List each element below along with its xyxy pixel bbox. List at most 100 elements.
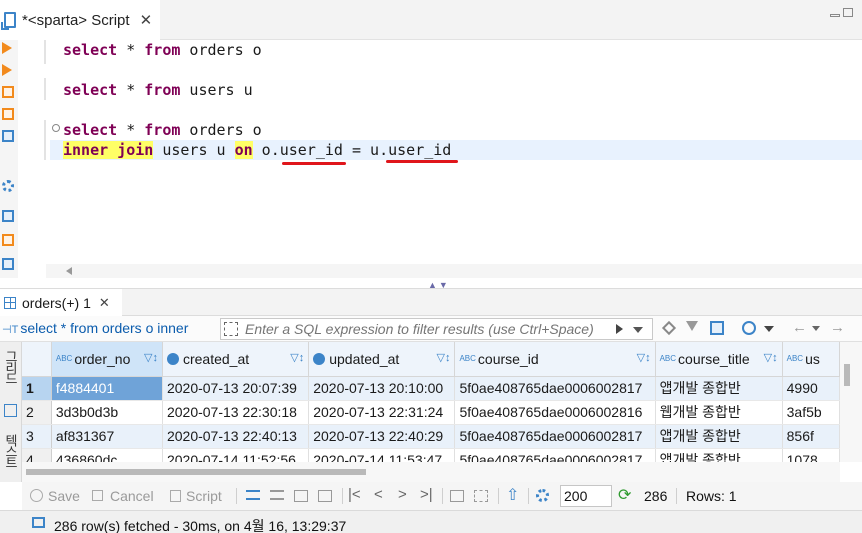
cell-order-no[interactable]: af831367 [51, 424, 163, 449]
settings-gear-icon[interactable] [2, 180, 14, 192]
cell-course-title[interactable]: 앱개발 종합반 [655, 448, 783, 462]
column-header-updated-at[interactable]: updated_at ▽↕ [308, 342, 456, 377]
dropdown-icon[interactable] [764, 326, 774, 332]
output-icon[interactable] [2, 258, 14, 270]
cell-user[interactable]: 1078 [782, 448, 840, 462]
cell-course-id[interactable]: 5f0ae408765dae0006002816 [454, 400, 656, 425]
cell-course-title[interactable]: 앱개발 종합반 [655, 376, 783, 401]
back-dropdown-icon[interactable] [812, 326, 820, 331]
filter-settings-icon[interactable] [686, 321, 698, 331]
sort-filter-icon[interactable]: ▽↕ [764, 351, 778, 364]
maximize-icon[interactable] [843, 8, 853, 17]
results-tab[interactable]: orders(+) 1 ✕ [0, 289, 122, 316]
panel-splitter[interactable]: ▲▼ [0, 278, 862, 290]
expand-filter-icon[interactable] [224, 322, 238, 336]
cell-order-no[interactable]: 436860dc [51, 448, 163, 462]
column-header-course-id[interactable]: ABC course_id ▽↕ [454, 342, 656, 377]
edit-row-icon[interactable] [246, 490, 260, 500]
previous-page-icon[interactable]: < [374, 486, 383, 503]
script-button[interactable]: Script [186, 488, 222, 504]
sql-editor[interactable]: select * from orders o select * from use… [18, 40, 862, 264]
grid-horizontal-scrollbar[interactable] [22, 462, 840, 482]
panels-icon[interactable] [710, 321, 724, 335]
table-row[interactable]: 1 f4884401 2020-07-13 20:07:39 2020-07-1… [22, 376, 840, 401]
cell-course-id[interactable]: 5f0ae408765dae0006002817 [454, 424, 656, 449]
editor-horizontal-scrollbar[interactable] [46, 264, 862, 278]
fetch-size-input[interactable] [560, 485, 612, 507]
cell-updated-at[interactable]: 2020-07-13 22:31:24 [308, 400, 456, 425]
row-number-header[interactable] [22, 342, 52, 377]
eraser-icon[interactable] [661, 320, 677, 336]
query-text-label[interactable]: ⊣T select * from orders o inner [2, 320, 214, 336]
execute-script-icon[interactable] [2, 64, 12, 76]
cell-user[interactable]: 4990 [782, 376, 840, 401]
cell-updated-at[interactable]: 2020-07-13 20:10:00 [308, 376, 456, 401]
cell-user[interactable]: 856f [782, 424, 840, 449]
scroll-thumb[interactable] [26, 469, 366, 475]
column-header-created-at[interactable]: created_at ▽↕ [162, 342, 310, 377]
cancel-button[interactable]: Cancel [110, 488, 154, 504]
refresh-icon[interactable]: ⟳ [618, 485, 631, 505]
export-icon[interactable] [2, 210, 14, 222]
execute-statement-icon[interactable] [2, 42, 12, 54]
save-button[interactable]: Save [48, 488, 80, 504]
sort-filter-icon[interactable]: ▽↕ [637, 351, 651, 364]
sort-filter-icon[interactable]: ▽↕ [144, 351, 158, 364]
scroll-left-icon[interactable] [66, 267, 72, 275]
export-upload-icon[interactable]: ⇧ [506, 485, 519, 505]
row-number[interactable]: 1 [22, 376, 52, 401]
first-page-icon[interactable]: |< [348, 486, 361, 503]
cell-created-at[interactable]: 2020-07-14 11:52:56 [162, 448, 310, 462]
maximize-grid-icon[interactable] [474, 490, 488, 502]
cell-user[interactable]: 3af5b [782, 400, 840, 425]
row-number[interactable]: 2 [22, 400, 52, 425]
close-results-tab-icon[interactable]: ✕ [99, 295, 110, 311]
copy-row-icon[interactable] [294, 490, 308, 502]
filter-input[interactable] [245, 321, 625, 337]
table-row[interactable]: 4 436860dc 2020-07-14 11:52:56 2020-07-1… [22, 448, 840, 462]
explain-plan-icon[interactable] [2, 108, 14, 120]
add-row-icon[interactable] [270, 490, 284, 500]
results-grid[interactable]: ABC order_no ▽↕ created_at ▽↕ updated_at ▽↕ … [22, 342, 840, 462]
cell-order-no[interactable]: f4884401 [51, 376, 163, 401]
sort-filter-icon[interactable]: ▽↕ [290, 351, 304, 364]
column-header-course-title[interactable]: ABC course_title ▽↕ [655, 342, 783, 377]
row-number[interactable]: 3 [22, 424, 52, 449]
cell-order-no[interactable]: 3d3b0d3b [51, 400, 163, 425]
script-tab[interactable]: *<sparta> Script ✕ [0, 0, 160, 40]
grid-vertical-scrollbar[interactable] [840, 342, 862, 462]
cell-updated-at[interactable]: 2020-07-13 22:40:29 [308, 424, 456, 449]
filter-history-icon[interactable] [633, 327, 643, 333]
sort-filter-icon[interactable]: ▽↕ [437, 351, 451, 364]
panel-icon[interactable] [450, 490, 464, 502]
import-icon[interactable] [2, 234, 14, 246]
cell-updated-at[interactable]: 2020-07-14 11:53:47 [308, 448, 456, 462]
back-arrow-icon[interactable]: ← [792, 319, 807, 336]
column-header-user[interactable]: ABC us [782, 342, 840, 377]
cell-course-title[interactable]: 웹개발 종합반 [655, 400, 783, 425]
minimize-icon[interactable] [830, 14, 840, 17]
table-row[interactable]: 2 3d3b0d3b 2020-07-13 22:30:18 2020-07-1… [22, 400, 840, 425]
cell-created-at[interactable]: 2020-07-13 22:30:18 [162, 400, 310, 425]
fetch-settings-icon[interactable] [536, 489, 549, 502]
scroll-thumb[interactable] [844, 364, 850, 386]
text-view-tab[interactable]: 텍스트 [2, 434, 20, 467]
fold-icon[interactable] [52, 124, 60, 132]
grid-view-tab[interactable]: 그리드 [2, 350, 20, 383]
cell-created-at[interactable]: 2020-07-13 20:07:39 [162, 376, 310, 401]
cell-course-title[interactable]: 앱개발 종합반 [655, 424, 783, 449]
table-row[interactable]: 3 af831367 2020-07-13 22:40:13 2020-07-1… [22, 424, 840, 449]
next-page-icon[interactable]: > [398, 486, 407, 503]
execute-new-tab-icon[interactable] [2, 86, 14, 98]
cell-course-id[interactable]: 5f0ae408765dae0006002817 [454, 376, 656, 401]
delete-row-icon[interactable] [318, 490, 332, 502]
forward-arrow-icon[interactable]: → [830, 319, 845, 336]
apply-filter-icon[interactable] [616, 324, 623, 334]
link-icon[interactable] [742, 321, 756, 335]
column-header-order-no[interactable]: ABC order_no ▽↕ [51, 342, 163, 377]
grid-view-icon[interactable] [4, 404, 17, 417]
last-page-icon[interactable]: >| [420, 486, 433, 503]
row-number[interactable]: 4 [22, 448, 52, 462]
load-plan-icon[interactable] [2, 130, 14, 142]
cell-created-at[interactable]: 2020-07-13 22:40:13 [162, 424, 310, 449]
